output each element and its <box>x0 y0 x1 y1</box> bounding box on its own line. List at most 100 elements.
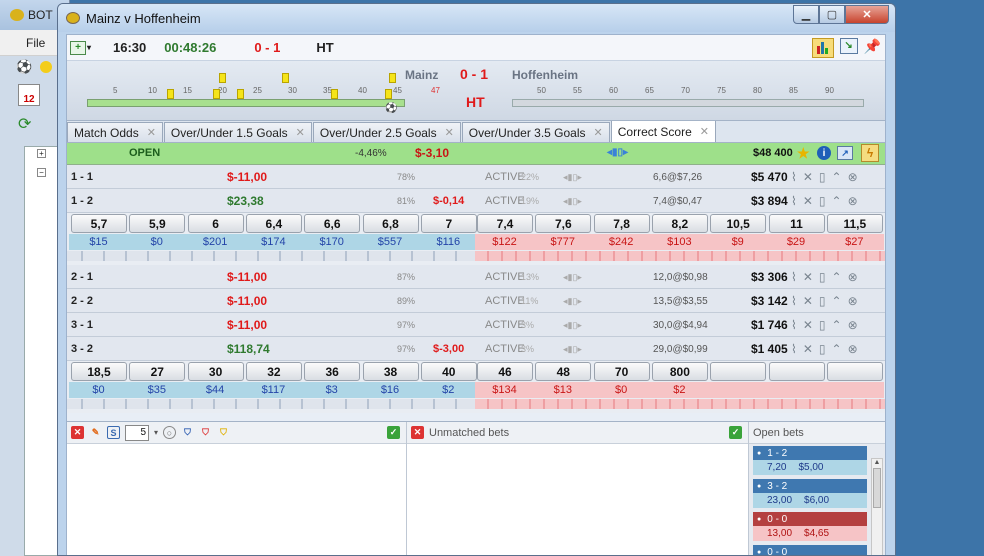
selection-nav-icon[interactable]: ◂▮▯▸ <box>563 189 582 213</box>
back-odds-button[interactable]: 5,9 <box>129 214 186 233</box>
ladder-icon[interactable]: ▯ <box>819 194 826 208</box>
back-odds-button[interactable]: 6,4 <box>245 214 302 233</box>
close-selection-icon[interactable]: ⊗ <box>848 194 858 208</box>
info-icon[interactable]: i <box>817 146 831 160</box>
market-tools[interactable]: ◂▮▯▸ <box>607 147 628 158</box>
cancel-unmatched-icon[interactable]: ✕ <box>411 426 424 439</box>
chart-icon[interactable] <box>811 37 834 58</box>
broom-icon[interactable]: ✎ <box>89 426 102 439</box>
lay-odds-button[interactable]: 7,4 <box>477 214 533 233</box>
lightning-icon[interactable]: ϟ <box>861 144 879 162</box>
tree-expand-icon[interactable]: + <box>37 149 46 158</box>
confirm-unmatched-icon[interactable]: ✓ <box>729 426 742 439</box>
volume-strip[interactable] <box>67 399 885 409</box>
back-odds-button[interactable]: 5,7 <box>71 214 127 233</box>
minimize-button[interactable]: ▁ <box>793 5 819 24</box>
ladder-icon[interactable]: ▯ <box>819 342 826 356</box>
tab-close-icon[interactable]: ✕ <box>147 126 156 139</box>
lay-odds-button[interactable]: 11,5 <box>826 214 883 233</box>
selection-name[interactable]: 2 - 1 <box>71 265 93 289</box>
move-up-icon[interactable]: ⌃ <box>832 294 842 308</box>
back-odds-button[interactable]: 18,5 <box>71 362 127 381</box>
lay-odds-button[interactable]: 48 <box>535 362 592 381</box>
open-bet-item[interactable]: ● 0 - 0 13,00 $4,65 <box>753 512 867 542</box>
lay-odds-button[interactable]: 46 <box>477 362 533 381</box>
move-up-icon[interactable]: ⌃ <box>832 194 842 208</box>
tab-close-icon[interactable]: ✕ <box>700 125 709 138</box>
move-up-icon[interactable]: ⌃ <box>832 342 842 356</box>
lay-odds-button[interactable] <box>710 362 767 381</box>
sun-icon[interactable] <box>40 61 53 73</box>
tools-icon[interactable]: ✕ <box>803 170 813 184</box>
back-odds-button[interactable]: 27 <box>129 362 186 381</box>
lay-odds-button[interactable]: 7,6 <box>535 214 592 233</box>
open-bet-item[interactable]: ● 1 - 2 7,20 $5,00 <box>753 446 867 476</box>
tools-icon[interactable]: ✕ <box>803 194 813 208</box>
timer-icon[interactable]: ○ <box>163 426 177 439</box>
close-selection-icon[interactable]: ⊗ <box>848 270 858 284</box>
shield-blue-icon[interactable]: ⛉ <box>181 426 194 439</box>
close-button[interactable]: ✕ <box>845 5 889 24</box>
back-odds-button[interactable]: 36 <box>304 362 361 381</box>
lay-odds-button[interactable]: 10,5 <box>710 214 767 233</box>
dropdown-arrow-icon[interactable]: ▾ <box>87 43 91 52</box>
export-icon[interactable]: ↘ <box>839 37 858 54</box>
selection-name[interactable]: 3 - 1 <box>71 313 93 337</box>
mini-chart-icon[interactable]: ⌇ <box>791 170 797 184</box>
tools-icon[interactable]: ✕ <box>803 270 813 284</box>
maximize-button[interactable]: ▢ <box>819 5 845 24</box>
mini-chart-icon[interactable]: ⌇ <box>791 318 797 332</box>
calendar-icon[interactable]: 12 <box>18 84 40 106</box>
selection-nav-icon[interactable]: ◂▮▯▸ <box>563 313 582 337</box>
back-odds-button[interactable]: 6,8 <box>362 214 419 233</box>
lay-odds-button[interactable]: 8,2 <box>651 214 708 233</box>
confirm-icon[interactable]: ✓ <box>387 426 400 439</box>
selection-nav-icon[interactable]: ◂▮▯▸ <box>563 265 582 289</box>
tab-market[interactable]: Over/Under 2.5 Goals ✕ <box>312 122 461 142</box>
tab-market[interactable]: Correct Score ✕ <box>610 120 716 142</box>
ladder-icon[interactable]: ▯ <box>819 318 826 332</box>
ladder-icon[interactable]: ▯ <box>819 294 826 308</box>
back-odds-button[interactable]: 6,6 <box>304 214 361 233</box>
back-odds-button[interactable]: 6 <box>187 214 244 233</box>
cancel-all-icon[interactable]: ✕ <box>71 426 84 439</box>
lay-odds-button[interactable]: 70 <box>593 362 650 381</box>
scroll-thumb[interactable] <box>873 468 881 508</box>
volume-strip[interactable] <box>67 251 885 261</box>
lay-odds-button[interactable] <box>826 362 883 381</box>
move-up-icon[interactable]: ⌃ <box>832 170 842 184</box>
open-bet-item[interactable]: ● 3 - 2 23,00 $6,00 <box>753 479 867 509</box>
selection-name[interactable]: 1 - 2 <box>71 189 93 213</box>
stake-input[interactable]: 5 <box>125 424 149 441</box>
close-selection-icon[interactable]: ⊗ <box>848 342 858 356</box>
tools-icon[interactable]: ✕ <box>803 342 813 356</box>
back-odds-button[interactable]: 30 <box>187 362 244 381</box>
tab-market[interactable]: Over/Under 3.5 Goals ✕ <box>461 122 610 142</box>
favourite-star-icon[interactable]: ★ <box>797 145 810 162</box>
mini-chart-icon[interactable]: ⌇ <box>791 342 797 356</box>
stake-dropdown-icon[interactable]: ▾ <box>154 428 158 437</box>
scroll-up-icon[interactable]: ▲ <box>872 459 882 466</box>
tab-market[interactable]: Match Odds ✕ <box>67 122 163 142</box>
file-menu[interactable]: File <box>26 36 45 50</box>
graph-icon[interactable]: ↗ <box>837 146 853 160</box>
warning-shield-icon[interactable]: ⛉ <box>217 426 230 439</box>
back-odds-button[interactable]: 32 <box>245 362 302 381</box>
open-bet-item[interactable]: ● 0 - 0 <box>753 545 867 555</box>
tab-market[interactable]: Over/Under 1.5 Goals ✕ <box>163 122 312 142</box>
selection-name[interactable]: 1 - 1 <box>71 165 93 189</box>
selection-nav-icon[interactable]: ◂▮▯▸ <box>563 165 582 189</box>
shield-red-icon[interactable]: ⛉ <box>199 426 212 439</box>
lay-odds-button[interactable] <box>768 362 825 381</box>
mini-chart-icon[interactable]: ⌇ <box>791 270 797 284</box>
selection-name[interactable]: 3 - 2 <box>71 337 93 361</box>
lay-odds-button[interactable]: 800 <box>651 362 708 381</box>
tab-close-icon[interactable]: ✕ <box>296 126 305 139</box>
close-selection-icon[interactable]: ⊗ <box>848 170 858 184</box>
lay-odds-button[interactable]: 11 <box>768 214 825 233</box>
tools-icon[interactable]: ✕ <box>803 294 813 308</box>
open-bets-scrollbar[interactable]: ▲ <box>871 458 883 555</box>
move-up-icon[interactable]: ⌃ <box>832 270 842 284</box>
tab-close-icon[interactable]: ✕ <box>594 126 603 139</box>
pin-icon[interactable]: 📌 <box>864 38 881 58</box>
